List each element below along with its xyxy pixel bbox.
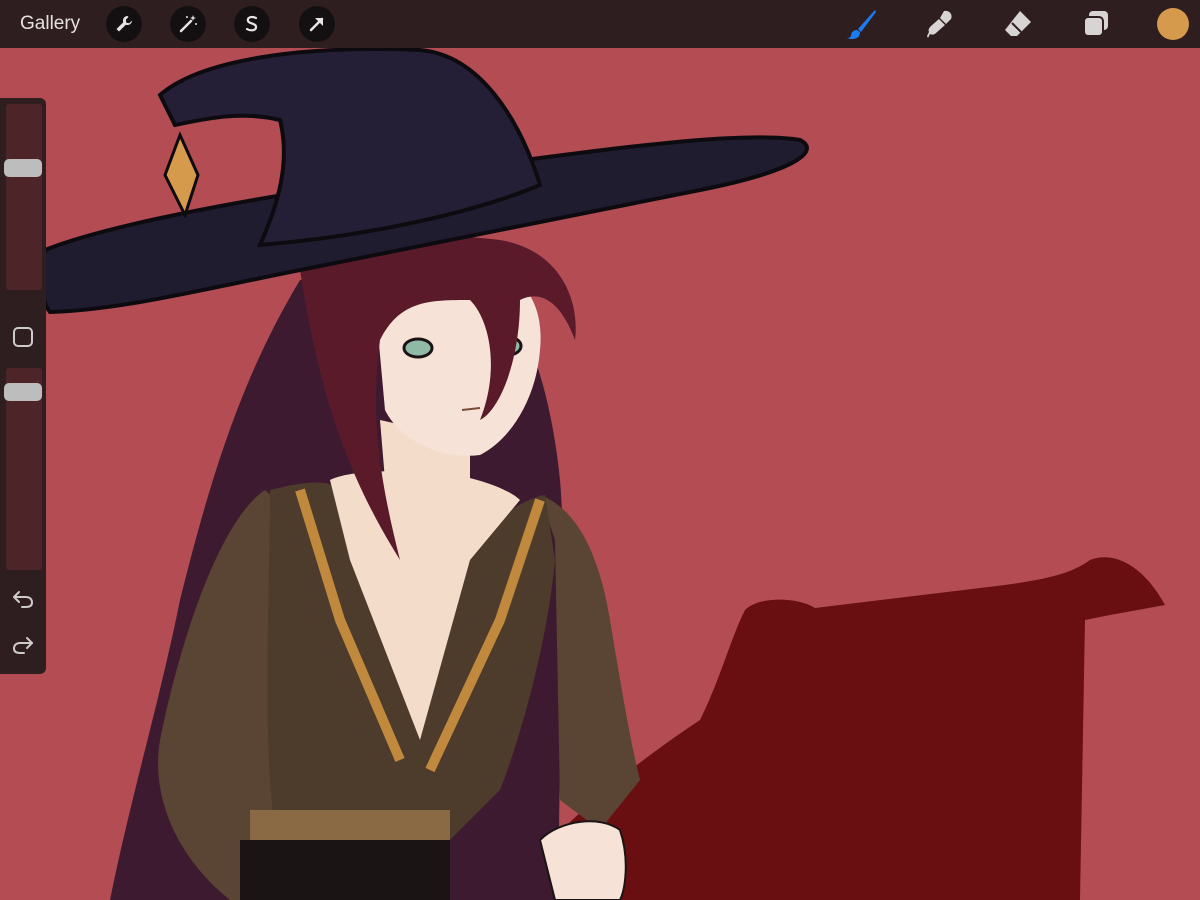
eraser-tool-button[interactable] bbox=[996, 2, 1040, 46]
brush-icon bbox=[847, 10, 876, 40]
transform-button[interactable] bbox=[299, 6, 335, 42]
redo-icon bbox=[12, 637, 33, 654]
smudge-tool-button[interactable] bbox=[918, 2, 962, 46]
undo-icon bbox=[13, 591, 34, 608]
smudge-icon bbox=[927, 10, 952, 38]
waist-band bbox=[250, 810, 450, 840]
drawing-canvas[interactable] bbox=[0, 0, 1200, 900]
brush-size-slider[interactable] bbox=[4, 104, 42, 290]
brush-size-thumb[interactable] bbox=[4, 159, 42, 177]
layers-icon bbox=[1083, 11, 1108, 37]
undo-button[interactable] bbox=[4, 582, 42, 616]
adjustments-button[interactable] bbox=[170, 6, 206, 42]
actions-button[interactable] bbox=[106, 6, 142, 42]
magic-wand-icon bbox=[179, 15, 197, 33]
eraser-icon bbox=[1005, 11, 1031, 36]
skirt bbox=[240, 840, 450, 900]
top-toolbar: Gallery bbox=[0, 0, 1200, 48]
opacity-slider[interactable] bbox=[4, 368, 42, 570]
wrench-icon bbox=[116, 15, 133, 32]
brush-tool-button[interactable] bbox=[840, 2, 884, 46]
left-sidebar bbox=[0, 98, 46, 674]
gallery-button[interactable]: Gallery bbox=[20, 0, 80, 48]
modify-button[interactable] bbox=[4, 320, 42, 354]
selection-s-icon bbox=[245, 15, 258, 32]
hand bbox=[538, 820, 627, 900]
opacity-thumb[interactable] bbox=[4, 383, 42, 401]
left-eye bbox=[402, 337, 434, 359]
layers-button[interactable] bbox=[1074, 2, 1118, 46]
selection-button[interactable] bbox=[234, 6, 270, 42]
square-modify-icon bbox=[13, 327, 33, 347]
color-picker-button[interactable] bbox=[1157, 8, 1189, 40]
redo-button[interactable] bbox=[4, 628, 42, 662]
arrow-transform-icon bbox=[309, 17, 324, 32]
